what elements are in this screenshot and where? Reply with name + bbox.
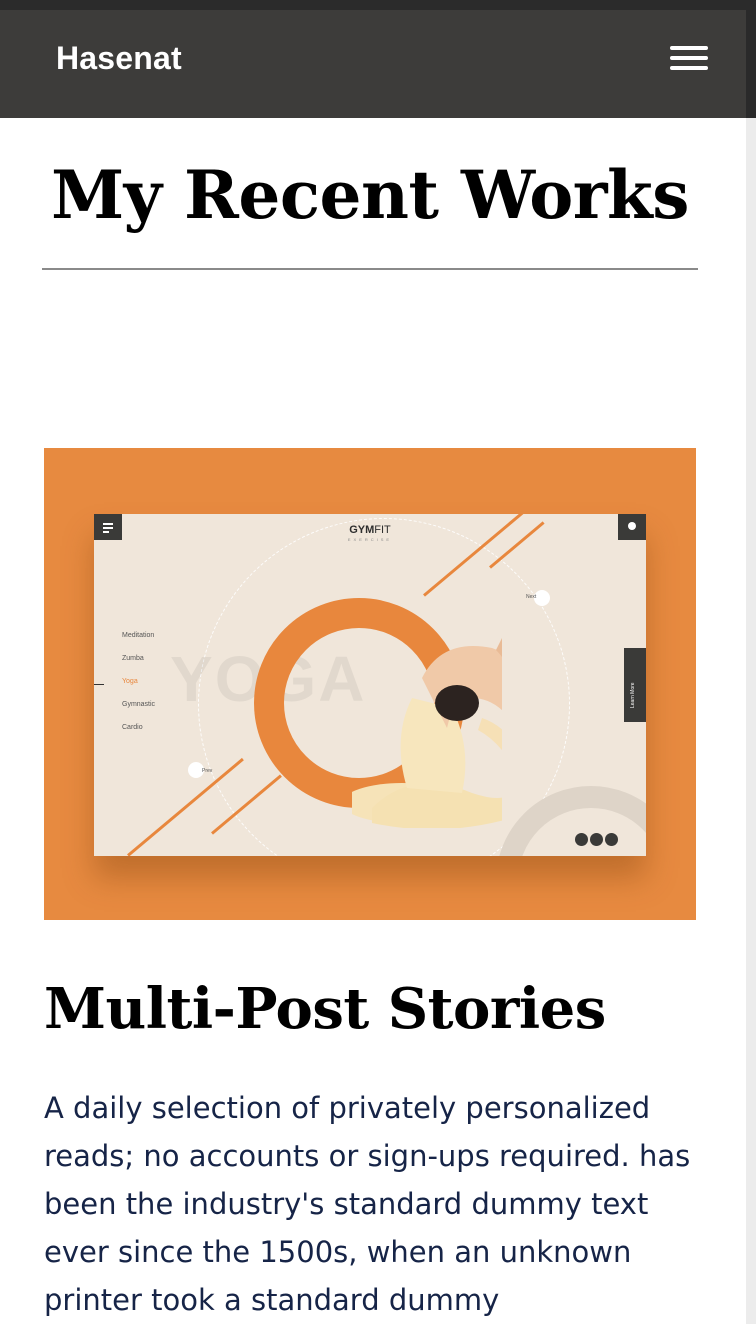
navbar: Hasenat bbox=[0, 10, 746, 118]
mockup-menu-item: Gymnastic bbox=[122, 701, 156, 708]
browser-top-strip bbox=[0, 0, 756, 10]
mockup-menu-list: Meditation Zumba Yoga Gymnastic Cardio bbox=[122, 632, 155, 747]
mockup-social-icons bbox=[575, 833, 618, 846]
main-content: My Recent Works YOGA GYMFIT EXERCISE Med… bbox=[0, 118, 746, 1324]
mockup-learn-more-tab: Learn More bbox=[624, 648, 646, 722]
mockup-arrow-icon bbox=[94, 684, 104, 685]
mockup-menu-item-active: Yoga bbox=[122, 678, 138, 685]
work-thumbnail[interactable]: YOGA GYMFIT EXERCISE Meditation Zumba Yo… bbox=[44, 448, 696, 920]
brand-logo[interactable]: Hasenat bbox=[56, 40, 182, 77]
mockup-menu-item: Zumba bbox=[122, 655, 144, 662]
twitter-icon bbox=[590, 833, 603, 846]
hamburger-line bbox=[670, 46, 708, 50]
hamburger-menu-icon[interactable] bbox=[670, 46, 708, 72]
mockup-next-dot bbox=[534, 590, 550, 606]
mockup-next-label: Next bbox=[526, 594, 537, 600]
mockup-prev-label: Prev bbox=[202, 768, 213, 774]
mockup-logo-sub: EXERCISE bbox=[347, 537, 393, 542]
mockup-menu-item: Meditation bbox=[122, 632, 155, 639]
hamburger-line bbox=[670, 56, 708, 60]
work-title: Multi-Post Stories bbox=[44, 976, 606, 1042]
mockup-screen: YOGA GYMFIT EXERCISE Meditation Zumba Yo… bbox=[94, 514, 646, 856]
section-title: My Recent Works bbox=[51, 156, 689, 234]
mockup-logo: GYMFIT bbox=[349, 524, 391, 536]
mockup-menu-item: Cardio bbox=[122, 724, 143, 731]
hamburger-line bbox=[670, 66, 708, 70]
scrollbar-track[interactable] bbox=[746, 118, 756, 1324]
title-divider bbox=[42, 268, 698, 270]
instagram-icon bbox=[605, 833, 618, 846]
yoga-figure-image bbox=[352, 638, 502, 828]
facebook-icon bbox=[575, 833, 588, 846]
work-description: A daily selection of privately personali… bbox=[44, 1091, 691, 1317]
mockup-stripe bbox=[127, 757, 244, 856]
